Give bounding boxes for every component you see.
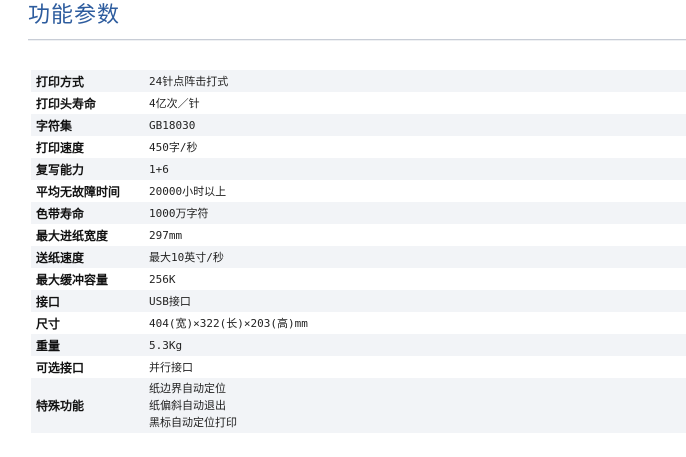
spec-value-line: 24针点阵击打式 xyxy=(149,74,229,88)
spec-value-line: 1+6 xyxy=(149,162,169,176)
spec-table: 打印方式 24针点阵击打式打印头寿命 4亿次／针 字符集 GB18030 打印速度 450字… xyxy=(31,70,686,433)
spec-value: USB接口 xyxy=(144,290,686,312)
spec-row: 平均无故障时间 20000小时以上 xyxy=(31,180,686,202)
spec-value-line: 并行接口 xyxy=(149,360,193,374)
spec-value: 1000万字符 xyxy=(144,202,686,224)
spec-value-line: 4亿次／针 xyxy=(149,96,200,110)
spec-row: 字符集 GB18030 xyxy=(31,114,686,136)
spec-row: 打印头寿命 4亿次／针 xyxy=(31,92,686,114)
spec-value-line: 20000小时以上 xyxy=(149,184,227,198)
spec-value-line: 纸偏斜自动退出 xyxy=(149,399,226,412)
spec-value: 20000小时以上 xyxy=(144,180,686,202)
spec-label: 送纸速度 xyxy=(31,246,144,268)
spec-row: 复写能力 1+6 xyxy=(31,158,686,180)
spec-label: 字符集 xyxy=(31,114,144,136)
spec-value: 并行接口 xyxy=(144,356,686,378)
spec-row: 最大缓冲容量 256K xyxy=(31,268,686,290)
spec-row: 尺寸 404(宽)×322(长)×203(高)mm xyxy=(31,312,686,334)
spec-row: 打印速度 450字/秒 xyxy=(31,136,686,158)
spec-value-line: USB接口 xyxy=(149,294,191,308)
spec-value-line: GB18030 xyxy=(149,118,196,132)
title-divider xyxy=(28,39,686,41)
spec-value: 404(宽)×322(长)×203(高)mm xyxy=(144,312,686,334)
spec-value-line: 黑标自动定位打印 xyxy=(149,416,237,429)
spec-value: GB18030 xyxy=(144,114,686,136)
spec-value-line: 256K xyxy=(149,272,176,286)
spec-label: 接口 xyxy=(31,290,144,312)
spec-label: 可选接口 xyxy=(36,360,85,375)
spec-value-line: 纸边界自动定位 xyxy=(149,382,226,395)
spec-value: 4亿次／针 xyxy=(144,92,686,114)
spec-value: 纸边界自动定位 纸偏斜自动退出 黑标自动定位打印 xyxy=(144,378,686,433)
spec-value-line: 404(宽)×322(长)×203(高)mm xyxy=(149,316,308,330)
spec-value-line: 297mm xyxy=(149,228,183,242)
spec-value-line: 5.3Kg xyxy=(149,338,183,352)
spec-value-line: 最大10英寸/秒 xyxy=(149,250,224,264)
spec-label: 打印速度 xyxy=(36,140,85,155)
spec-label: 最大进纸宽度 xyxy=(36,228,109,243)
spec-label: 重量 xyxy=(31,334,144,356)
spec-value: 24针点阵击打式 xyxy=(144,70,686,92)
page-title: 功能参数 xyxy=(28,3,121,28)
spec-label: 打印头寿命 xyxy=(36,96,97,111)
spec-label: 复写能力 xyxy=(31,158,144,180)
spec-label: 平均无故障时间 xyxy=(36,184,121,199)
spec-label: 色带寿命 xyxy=(31,202,144,224)
spec-value: 256K xyxy=(144,268,686,290)
spec-value-line: 1000万字符 xyxy=(149,206,209,220)
spec-row: 重量 5.3Kg xyxy=(31,334,686,356)
spec-label: 打印方式 xyxy=(31,70,144,92)
spec-row: 送纸速度 最大10英寸/秒 xyxy=(31,246,686,268)
spec-value: 5.3Kg xyxy=(144,334,686,356)
spec-row: 打印方式 24针点阵击打式 xyxy=(31,70,686,92)
spec-table-body: 打印方式 24针点阵击打式打印头寿命 4亿次／针 字符集 GB18030 打印速度 450字… xyxy=(31,70,686,433)
spec-row: 可选接口 并行接口 xyxy=(31,356,686,378)
spec-label: 特殊功能 xyxy=(31,378,144,433)
spec-row: 色带寿命 1000万字符 xyxy=(31,202,686,224)
spec-row: 接口 USB接口 xyxy=(31,290,686,312)
spec-value-line: 450字/秒 xyxy=(149,140,198,154)
spec-value: 最大10英寸/秒 xyxy=(144,246,686,268)
spec-row: 特殊功能 纸边界自动定位 纸偏斜自动退出 黑标自动定位打印 xyxy=(31,378,686,433)
spec-value: 297mm xyxy=(144,224,686,246)
spec-row: 最大进纸宽度 297mm xyxy=(31,224,686,246)
spec-label: 尺寸 xyxy=(36,316,61,331)
spec-value: 450字/秒 xyxy=(144,136,686,158)
spec-label: 最大缓冲容量 xyxy=(36,272,109,287)
spec-value: 1+6 xyxy=(144,158,686,180)
